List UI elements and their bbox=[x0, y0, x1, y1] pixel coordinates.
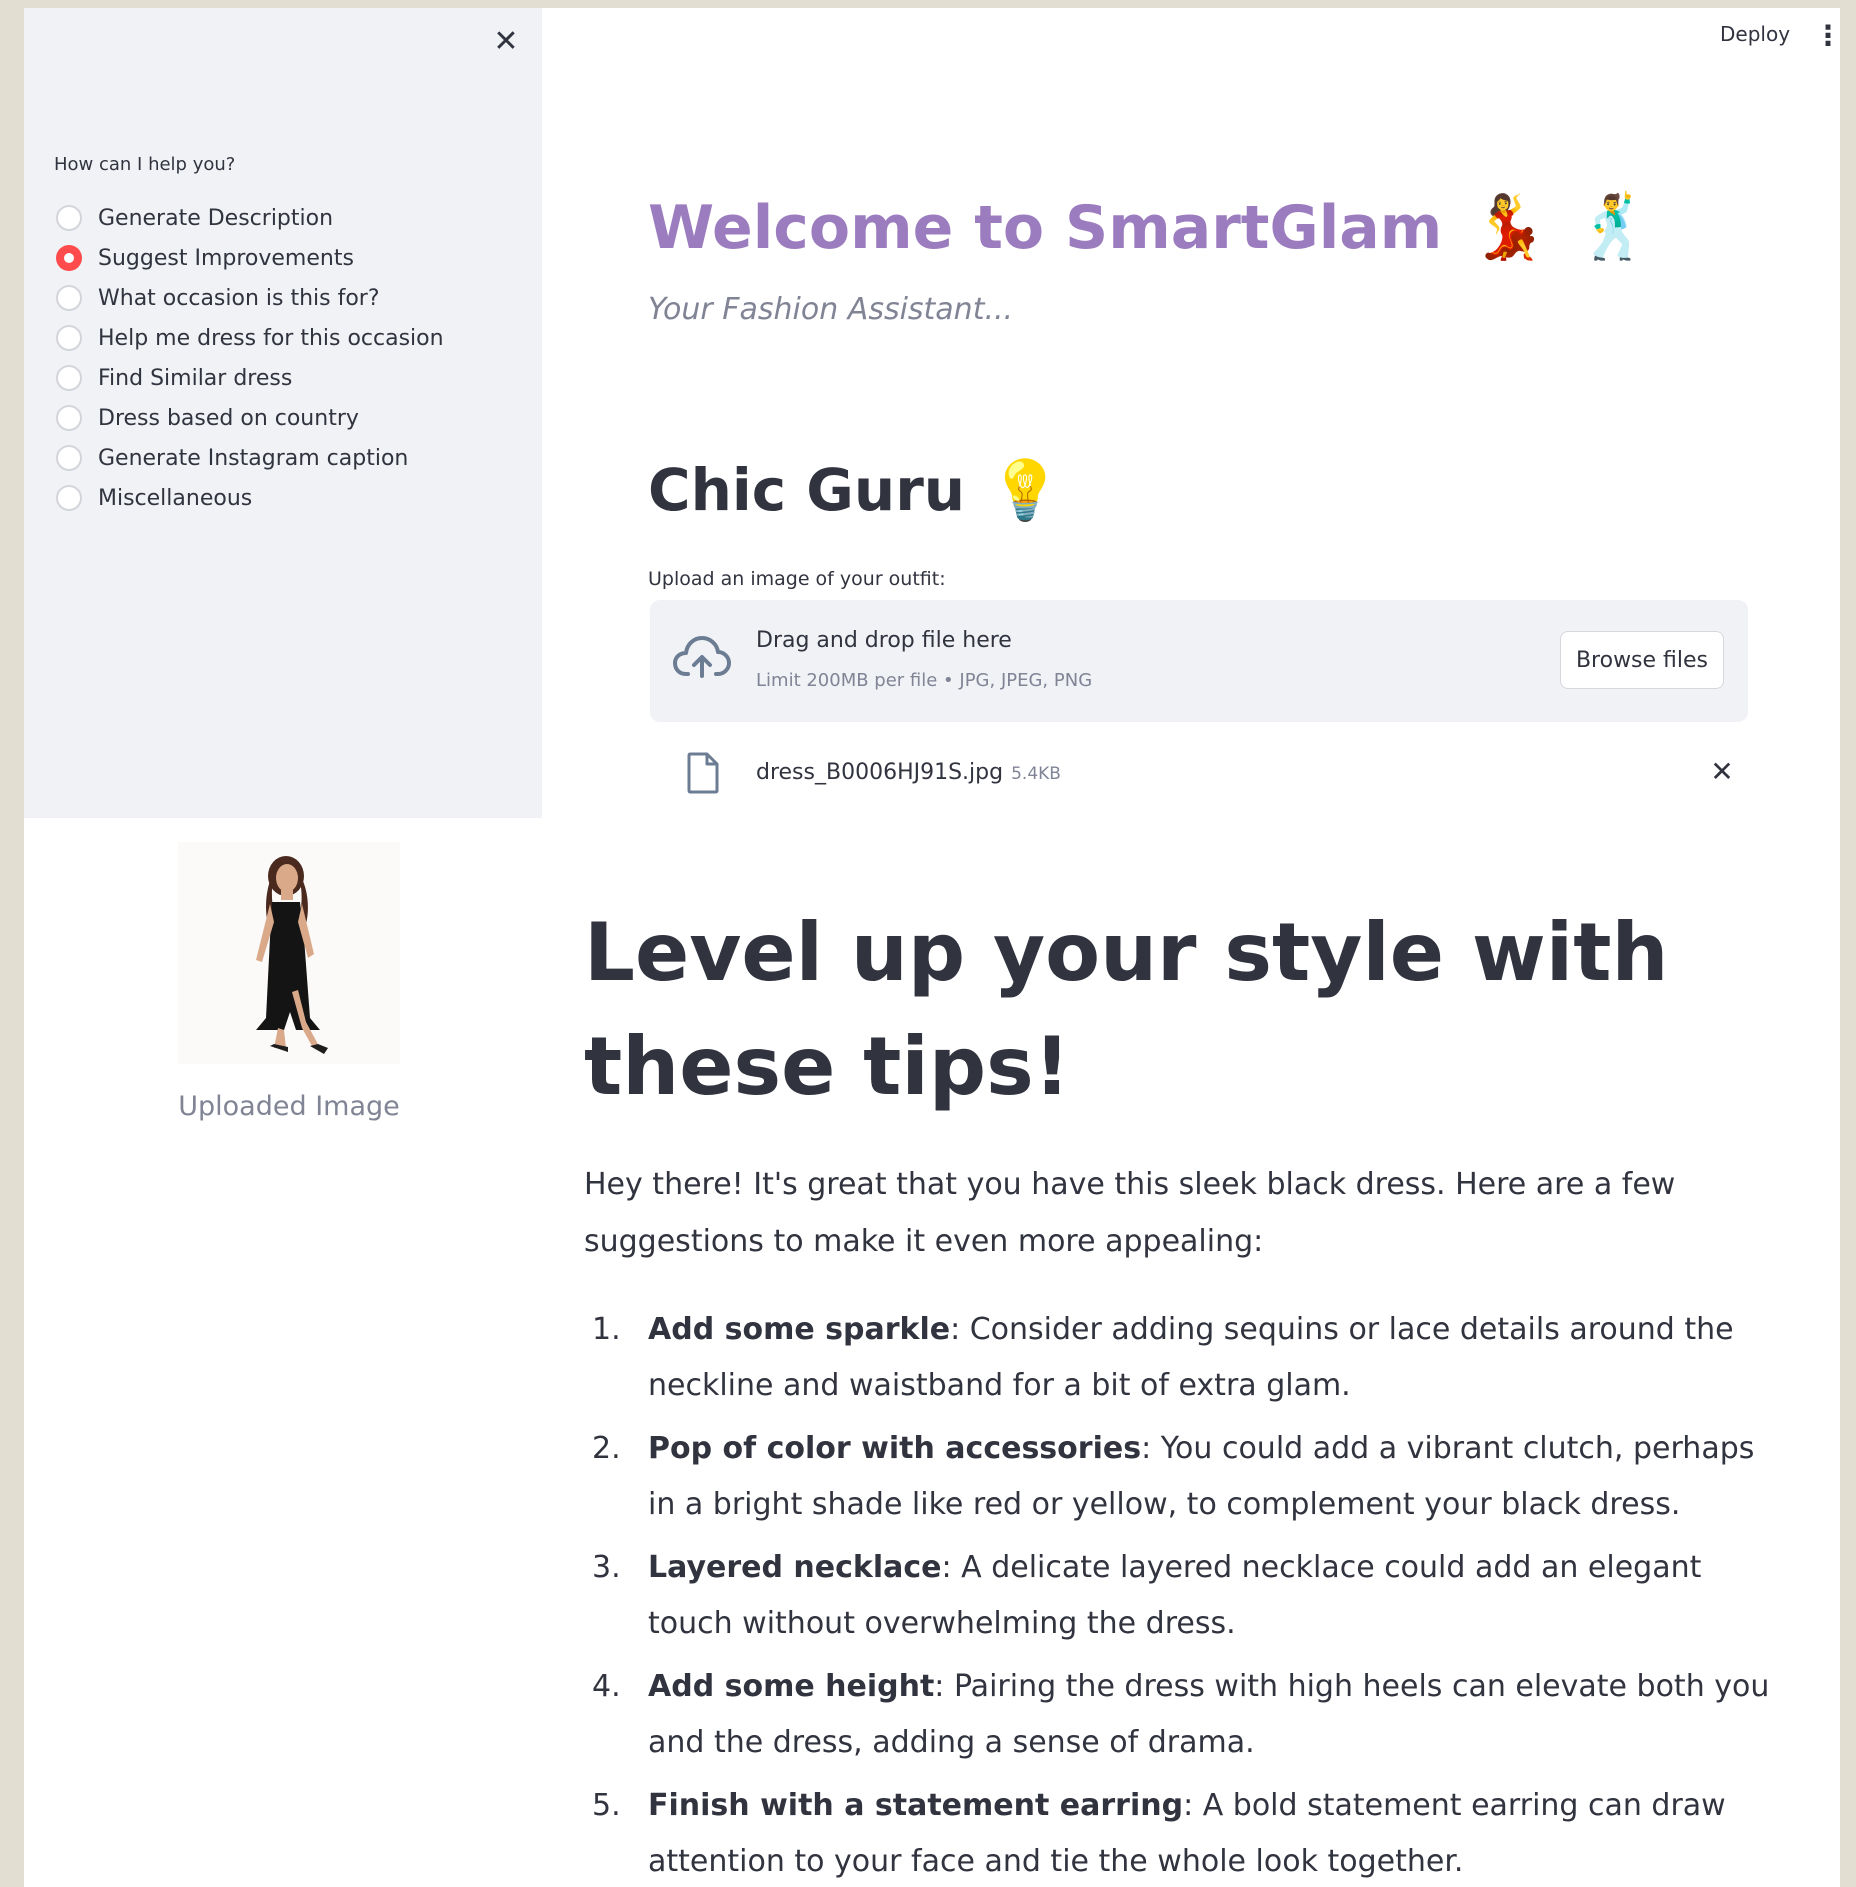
list-item-title: Layered necklace bbox=[648, 1550, 942, 1585]
dress-photo-illustration bbox=[178, 842, 400, 1064]
tips-intro: Hey there! It's great that you have this… bbox=[584, 1167, 1676, 1259]
radio-option-label: Generate Instagram caption bbox=[98, 445, 409, 471]
file-size: 5.4KB bbox=[1011, 764, 1061, 784]
radio-button-icon[interactable] bbox=[56, 285, 82, 311]
file-name-wrap: dress_B0006HJ91S.jpg 5.4KB bbox=[756, 760, 1061, 785]
radio-option-find-similar-dress[interactable]: Find Similar dress bbox=[56, 358, 444, 398]
light-bulb-icon: 💡 bbox=[989, 456, 1062, 524]
radio-option-label: Find Similar dress bbox=[98, 365, 293, 391]
list-item: 4. Add some height: Pairing the dress wit… bbox=[584, 1659, 1784, 1771]
radio-button-icon[interactable] bbox=[56, 365, 82, 391]
help-options-radio-group: Generate Description Suggest Improvement… bbox=[56, 198, 444, 518]
radio-option-label: Generate Description bbox=[98, 205, 334, 231]
remove-file-icon[interactable]: ✕ bbox=[1704, 754, 1740, 790]
list-item-title: Add some sparkle bbox=[648, 1312, 951, 1347]
page-subtitle: Your Fashion Assistant... bbox=[648, 292, 1014, 327]
main-menu-icon[interactable]: ⋮ bbox=[1814, 18, 1840, 54]
list-item-number: 3. bbox=[592, 1550, 621, 1585]
file-name: dress_B0006HJ91S.jpg bbox=[756, 760, 1004, 785]
radio-option-dress-by-country[interactable]: Dress based on country bbox=[56, 398, 444, 438]
list-item-number: 2. bbox=[592, 1431, 621, 1466]
radio-option-miscellaneous[interactable]: Miscellaneous bbox=[56, 478, 444, 518]
radio-button-icon[interactable] bbox=[56, 405, 82, 431]
list-item-title: Add some height bbox=[648, 1669, 935, 1704]
list-item-number: 1. bbox=[592, 1312, 621, 1347]
sidebar-close-icon[interactable]: ✕ bbox=[488, 24, 524, 60]
uploaded-dress-image bbox=[178, 842, 400, 1064]
dropzone-title: Drag and drop file here bbox=[756, 628, 1012, 653]
list-item-title: Pop of color with accessories bbox=[648, 1431, 1142, 1466]
list-item-title: Finish with a statement earring bbox=[648, 1788, 1184, 1823]
page-title: Welcome to SmartGlam 💃 🕺 bbox=[648, 190, 1653, 264]
browse-files-button[interactable]: Browse files bbox=[1560, 631, 1724, 689]
radio-button-icon[interactable] bbox=[56, 485, 82, 511]
file-icon bbox=[687, 752, 719, 794]
radio-option-suggest-improvements[interactable]: Suggest Improvements bbox=[56, 238, 444, 278]
radio-option-label: Miscellaneous bbox=[98, 485, 253, 511]
radio-option-instagram-caption[interactable]: Generate Instagram caption bbox=[56, 438, 444, 478]
uploaded-image-caption: Uploaded Image bbox=[178, 1091, 400, 1122]
list-item: 1. Add some sparkle: Consider adding sequ… bbox=[584, 1302, 1784, 1414]
sidebar: ✕ How can I help you? Generate Descripti… bbox=[24, 8, 542, 818]
radio-option-label: Suggest Improvements bbox=[98, 245, 354, 271]
radio-button-selected-icon[interactable] bbox=[56, 245, 82, 271]
radio-option-label: Dress based on country bbox=[98, 405, 359, 431]
radio-option-help-dress-occasion[interactable]: Help me dress for this occasion bbox=[56, 318, 444, 358]
cloud-upload-icon bbox=[673, 636, 731, 678]
dropzone-limit-text: Limit 200MB per file • JPG, JPEG, PNG bbox=[756, 670, 1093, 691]
radio-button-icon[interactable] bbox=[56, 205, 82, 231]
file-dropzone[interactable]: Drag and drop file here Limit 200MB per … bbox=[650, 600, 1748, 722]
list-item-number: 4. bbox=[592, 1669, 621, 1704]
list-item: 3. Layered necklace: A delicate layered n… bbox=[584, 1540, 1784, 1652]
app-frame: ✕ How can I help you? Generate Descripti… bbox=[24, 8, 1840, 1887]
tips-heading: Level up your style with these tips! bbox=[584, 906, 1669, 1113]
section-title-text: Chic Guru bbox=[648, 456, 966, 524]
radio-button-icon[interactable] bbox=[56, 325, 82, 351]
radio-option-what-occasion[interactable]: What occasion is this for? bbox=[56, 278, 444, 318]
radio-button-icon[interactable] bbox=[56, 445, 82, 471]
list-item: 5. Finish with a statement earring: A bol… bbox=[584, 1778, 1784, 1887]
radio-option-label: Help me dress for this occasion bbox=[98, 325, 444, 351]
dancer-man-icon: 🕺 bbox=[1575, 190, 1653, 263]
uploaded-file-row: dress_B0006HJ91S.jpg 5.4KB ✕ bbox=[650, 748, 1748, 804]
deploy-button[interactable]: Deploy bbox=[1720, 22, 1790, 46]
upload-label: Upload an image of your outfit: bbox=[648, 568, 946, 590]
list-item-number: 5. bbox=[592, 1788, 621, 1823]
help-prompt-label: How can I help you? bbox=[54, 154, 236, 175]
list-item: 2. Pop of color with accessories: You cou… bbox=[584, 1421, 1784, 1533]
section-title: Chic Guru 💡 bbox=[648, 456, 1061, 525]
page-title-text: Welcome to SmartGlam bbox=[648, 193, 1443, 263]
dancer-woman-icon: 💃 bbox=[1470, 190, 1548, 263]
radio-option-generate-description[interactable]: Generate Description bbox=[56, 198, 444, 238]
tips-list: 1. Add some sparkle: Consider adding sequ… bbox=[584, 1302, 1784, 1887]
radio-option-label: What occasion is this for? bbox=[98, 285, 380, 311]
